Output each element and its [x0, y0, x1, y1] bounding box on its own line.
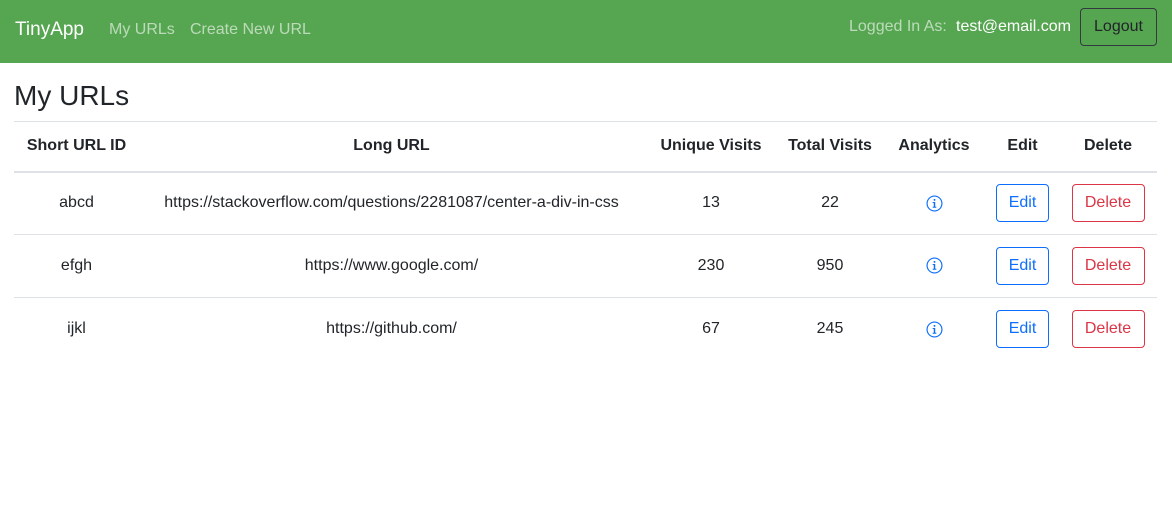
table-body: abcd https://stackoverflow.com/questions… — [14, 172, 1157, 361]
delete-cell: Delete — [1059, 298, 1157, 361]
page-title: My URLs — [14, 80, 130, 111]
info-circle-icon[interactable] — [925, 194, 943, 212]
total-visits-cell: 950 — [816, 257, 844, 274]
logged-in-label: Logged In As: — [849, 18, 947, 35]
short-url-id-cell: efgh — [60, 257, 93, 274]
urls-table: Short URL ID Long URL Unique Visits Tota… — [14, 121, 1157, 361]
table-header: Short URL ID Long URL Unique Visits Tota… — [14, 121, 1157, 172]
short-url-id-cell: ijkl — [67, 320, 86, 338]
header-analytics: Analytics — [898, 137, 970, 155]
header-long-url: Long URL — [353, 137, 430, 155]
long-url-cell: https://www.google.com/ — [304, 257, 479, 274]
user-email: test@email.com — [956, 18, 1071, 35]
table-header-row: Short URL ID Long URL Unique Visits Tota… — [14, 121, 1157, 172]
total-visits-cell: 22 — [821, 194, 839, 212]
table-row: ijkl https://github.com/ 67 245 Edit Del… — [14, 298, 1157, 361]
header-total-visits: Total Visits — [788, 137, 872, 155]
unique-visits-cell: 230 — [697, 257, 725, 274]
edit-cell: Edit — [986, 172, 1059, 235]
analytics-cell — [882, 172, 986, 235]
header-edit: Edit — [1007, 137, 1038, 155]
header-short-url-id: Short URL ID — [26, 137, 127, 155]
total-visits-cell: 245 — [816, 320, 844, 338]
nav-my-urls-link[interactable]: My URLs — [109, 21, 175, 39]
logout-button[interactable]: Logout — [1080, 8, 1157, 46]
edit-button[interactable]: Edit — [996, 184, 1049, 223]
delete-button[interactable]: Delete — [1071, 247, 1145, 285]
brand-link[interactable]: TinyApp — [15, 19, 84, 41]
info-circle-icon[interactable] — [925, 257, 943, 274]
edit-button[interactable]: Edit — [996, 310, 1049, 349]
info-circle-icon[interactable] — [925, 320, 943, 338]
edit-button[interactable]: Edit — [996, 247, 1049, 285]
header-unique-visits: Unique Visits — [660, 137, 762, 155]
unique-visits-cell: 67 — [702, 320, 720, 338]
long-url-cell: https://github.com/ — [326, 320, 457, 338]
delete-button[interactable]: Delete — [1071, 310, 1145, 349]
analytics-cell — [882, 235, 986, 298]
unique-visits-cell: 13 — [702, 194, 720, 212]
delete-cell: Delete — [1059, 235, 1157, 298]
table-row: abcd https://stackoverflow.com/questions… — [14, 172, 1157, 235]
short-url-id-cell: abcd — [59, 194, 94, 212]
long-url-cell: https://stackoverflow.com/questions/2281… — [164, 194, 619, 212]
delete-cell: Delete — [1059, 172, 1157, 235]
header-delete: Delete — [1083, 137, 1133, 155]
edit-cell: Edit — [986, 235, 1059, 298]
edit-cell: Edit — [986, 298, 1059, 361]
table-row: efgh https://www.google.com/ 230 950 Edi… — [14, 235, 1157, 298]
top-navbar: TinyApp My URLs Create New URL Logged In… — [0, 0, 1172, 63]
delete-button[interactable]: Delete — [1071, 184, 1145, 223]
analytics-cell — [882, 298, 986, 361]
nav-create-url-link[interactable]: Create New URL — [190, 21, 311, 39]
